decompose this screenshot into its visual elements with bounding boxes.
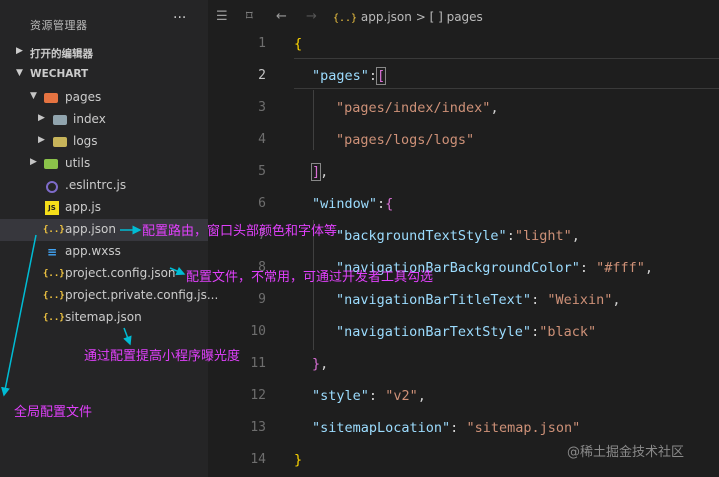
annotation-app-json: 配置路由，窗口头部颜色和字体等: [142, 224, 338, 239]
arrow-sitemap: [123, 327, 132, 346]
annotation-arrows: [1, 225, 186, 397]
arrow-project-config: [169, 266, 186, 276]
annotation-sitemap: 通过配置提高小程序曝光度: [84, 349, 241, 364]
watermark: @稀土掘金技术社区: [567, 445, 685, 460]
arrow-global: [1, 234, 37, 397]
annotation-global: 全局配置文件: [14, 405, 93, 420]
annotation-project-config: 配置文件，不常用，可通过开发者工具勾选: [186, 270, 434, 285]
